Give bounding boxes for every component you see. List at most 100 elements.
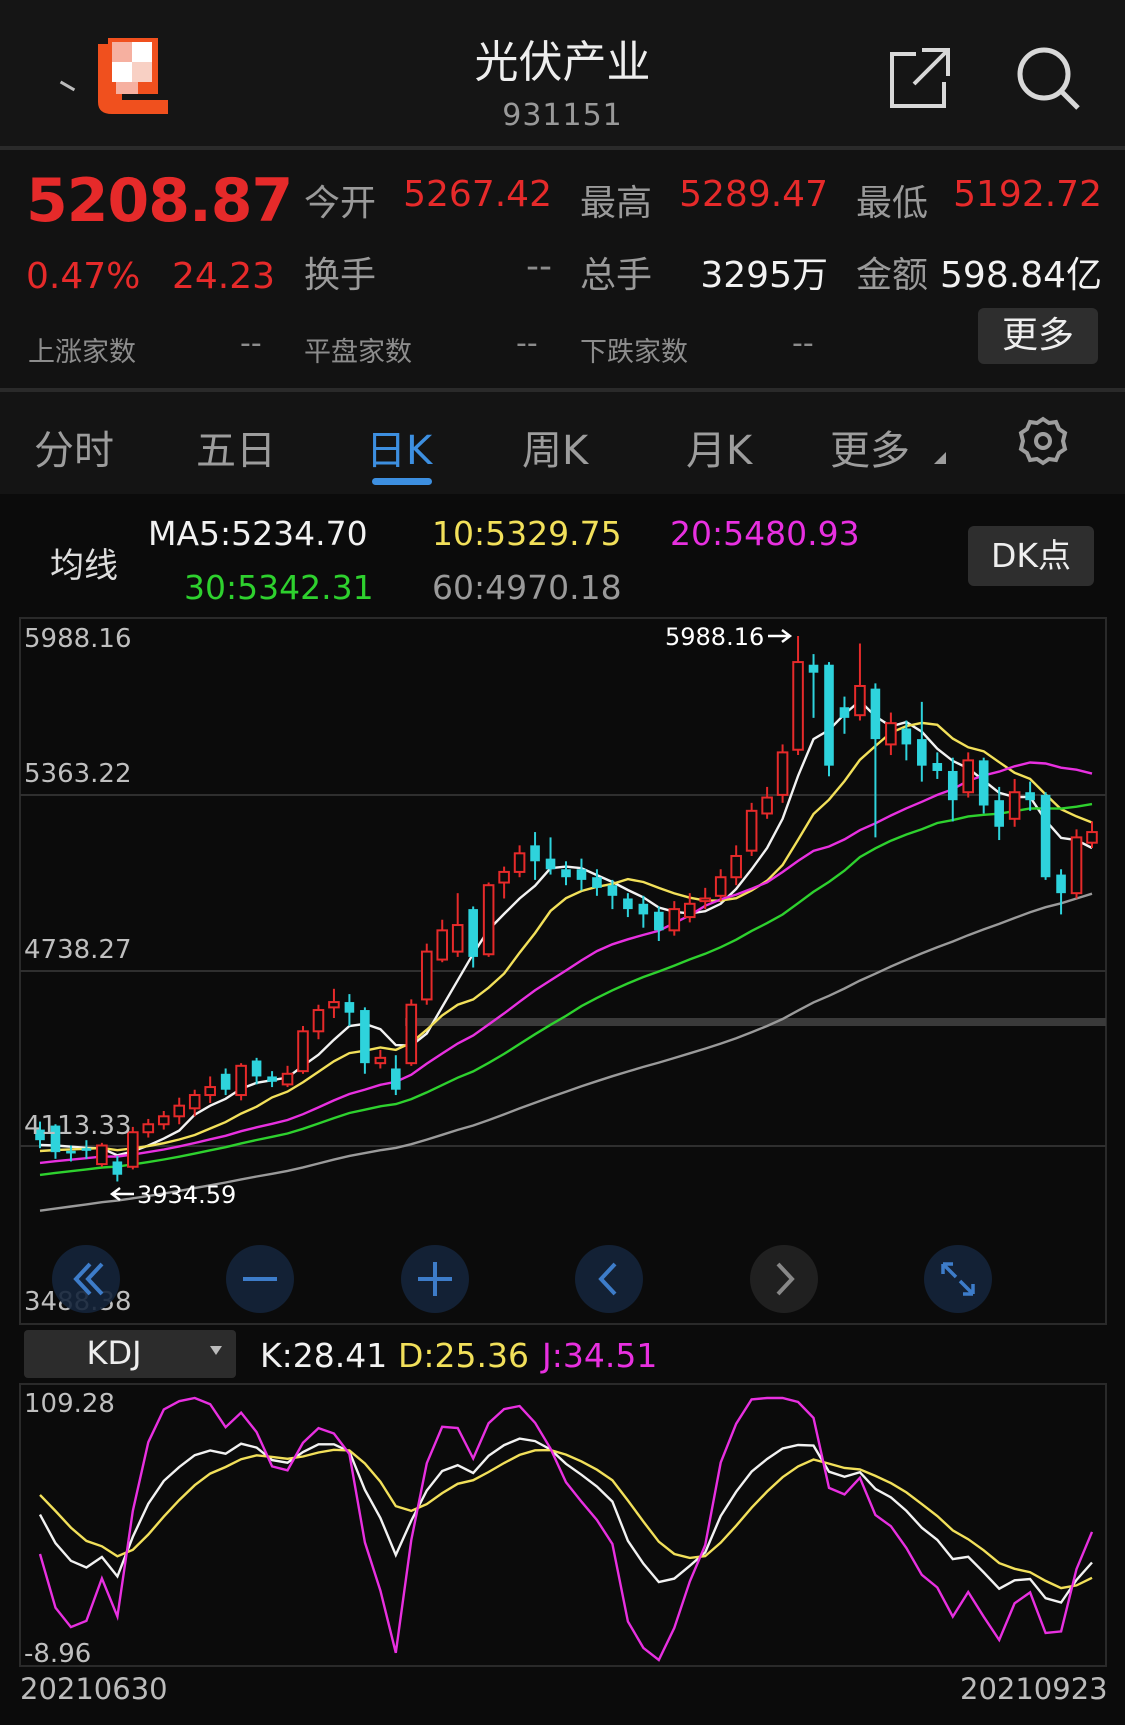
high-value: 5289.47 [679,174,828,215]
candle [173,1097,186,1125]
candle [112,1156,123,1182]
caret-down-icon [210,1346,222,1355]
ma-label: 均线 [50,546,118,586]
candle [761,786,773,819]
candle [451,893,464,957]
max-price-marker: 5988.16 [665,623,793,651]
candle [824,662,834,777]
tab-weekly-k[interactable]: 周K [522,418,588,476]
kdj-frame [19,1383,1107,1667]
candle [251,1057,262,1085]
candle [204,1076,216,1104]
tab-intraday[interactable]: 分时 [34,418,114,476]
candle [360,1007,370,1074]
candle [312,1004,325,1040]
candle [1040,792,1051,880]
candle [281,1065,294,1088]
tab-monthly-k[interactable]: 月K [686,418,752,476]
y-tick-label: 4113.33 [24,1111,132,1141]
kline-chart[interactable]: 5988.16 5363.22 4738.27 4113.33 3488.38 … [0,610,1125,1725]
candle [1008,778,1021,827]
gear-icon[interactable] [1018,416,1068,466]
candle [776,744,789,803]
ma10-line [39,721,1093,1153]
candle [699,887,712,910]
candle [391,1055,401,1096]
index-code: 931151 [502,98,623,133]
zoom-out-button[interactable] [226,1245,294,1313]
ma30-line [39,802,1093,1177]
kdj-y-max-label: 109.28 [24,1389,115,1419]
candle [917,701,927,782]
volume-label: 总手 [580,255,653,296]
candle [1086,821,1098,849]
candle [745,802,758,856]
candle [545,837,556,875]
flat-count-value: -- [516,326,538,361]
candle [714,869,727,902]
active-tab-indicator [372,478,432,485]
candle [220,1068,231,1096]
scroll-right-button[interactable] [750,1245,818,1313]
candle [420,943,433,1005]
share-icon[interactable] [888,46,952,110]
candle [808,654,819,718]
fullscreen-button[interactable] [924,1245,992,1313]
open-value: 5267.42 [403,174,552,215]
dk-point-button[interactable]: DK点 [968,526,1094,586]
candle [436,919,449,963]
kdj-k-line [38,1437,1093,1604]
candle [297,1025,309,1074]
low-label: 最低 [856,183,929,224]
x-start-date: 20210630 [20,1672,168,1706]
candle [374,1049,387,1069]
triangle-down-icon [934,452,946,464]
ma60-line [39,892,1093,1212]
indicator-select-value: KDJ [86,1334,142,1372]
turnover-label: 换手 [304,255,377,296]
candle [885,712,897,756]
candle [328,988,340,1019]
candle [839,696,850,734]
amount-label: 金额 [856,255,929,296]
candle [482,882,495,957]
more-stats-button[interactable]: 更多 [978,308,1098,364]
search-icon[interactable] [1014,44,1082,112]
tab-more[interactable]: 更多 [830,418,910,476]
change-amount: 24.23 [172,256,276,297]
kdj-d-value: D:25.36 [398,1336,530,1375]
fall-count-label: 下跌家数 [580,337,688,368]
candle [730,845,742,886]
candle [81,1140,92,1159]
scroll-first-button[interactable] [52,1245,120,1313]
fall-count-value: -- [792,326,814,361]
max-price-label: 5988.16 [665,623,764,651]
ma20-value: 20:5480.93 [670,514,860,553]
change-percent: 0.47% [26,256,141,297]
ma10-value: 10:5329.75 [432,514,622,553]
reference-bar [405,1018,1106,1026]
volume-value: 3295万 [700,255,828,296]
kdj-k-value: K:28.41 [260,1336,388,1375]
candle [498,866,510,899]
rise-count-value: -- [240,326,262,361]
candle [654,906,664,941]
ma60-value: 60:4970.18 [432,568,622,607]
min-price-marker: 3934.59 [109,1181,236,1209]
tab-daily-k[interactable]: 日K [366,418,432,476]
tab-five-day[interactable]: 五日 [196,418,276,476]
min-price-label: 3934.59 [137,1181,236,1209]
candle [854,643,866,721]
candle [157,1110,170,1130]
kdj-j-line [38,1396,1094,1662]
zoom-in-button[interactable] [401,1245,469,1313]
ma30-value: 30:5342.31 [184,568,374,607]
candle [947,757,958,822]
low-value: 5192.72 [953,174,1102,215]
candle [405,999,418,1066]
open-label: 今开 [304,183,377,224]
candle [623,893,633,918]
scroll-left-button[interactable] [575,1245,643,1313]
high-label: 最高 [580,183,653,224]
candle [267,1071,277,1088]
